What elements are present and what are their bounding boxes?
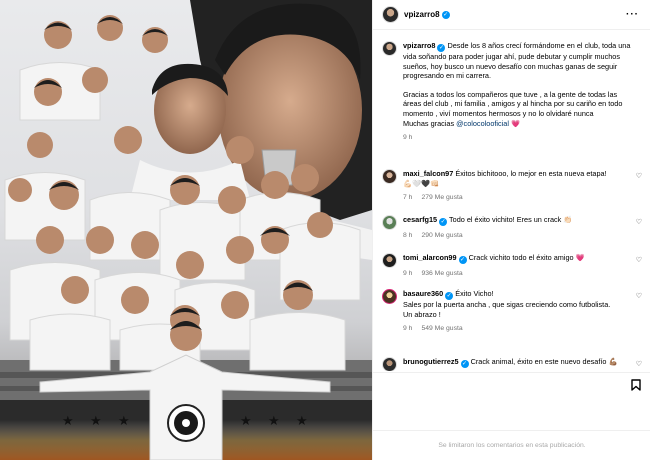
comment-time[interactable]: 9 h xyxy=(403,325,412,332)
verified-badge-icon: ✓ xyxy=(441,10,450,19)
caption-text-2: Gracias a todos los compañeros que tuve … xyxy=(403,89,623,118)
club-crest-icon xyxy=(167,404,205,442)
verified-badge-icon: ✓ xyxy=(445,292,454,300)
heart-outline-icon[interactable]: ♡ xyxy=(636,360,642,368)
bookmark-icon[interactable] xyxy=(631,379,641,391)
comment-text-2: Sales por la puerta ancha , que sigas cr… xyxy=(403,300,611,309)
commenter-avatar[interactable] xyxy=(382,289,397,304)
comment-time[interactable]: 8 h xyxy=(403,232,412,239)
comment-time[interactable]: 9 h xyxy=(403,270,412,277)
heart-outline-icon[interactable]: ♡ xyxy=(636,172,642,180)
post-actions xyxy=(373,372,650,398)
svg-text:★: ★ xyxy=(118,414,130,429)
mention-link[interactable]: @colocolooficial xyxy=(456,119,509,128)
comment-likes[interactable]: 279 Me gusta xyxy=(421,194,462,201)
comment: brunogutierrez5 ✓ Crack animal, éxito en … xyxy=(382,357,644,371)
comment-username[interactable]: basaure360 xyxy=(403,289,443,298)
comment-likes[interactable]: 936 Me gusta xyxy=(421,270,462,277)
comment: maxi_falcon97 Éxitos bichitooo, lo mejor… xyxy=(382,169,644,203)
comment-text: Éxitos bichitooo, lo mejor en esta nueva… xyxy=(455,169,607,178)
comment: basaure360 ✓ Éxito Vicho! Sales por la pu… xyxy=(382,289,644,334)
comments-list: vpizarro8 ✓ Desde los 8 años crecí formán… xyxy=(373,31,650,371)
author-avatar[interactable] xyxy=(382,6,399,23)
post-side-panel: vpizarro8 ✓ ··· vpizarro8 ✓ Desde los 8 a… xyxy=(372,0,650,460)
comment-text: Todo el éxito vichito! Eres un crack 👏🏻 xyxy=(448,215,573,224)
heart-outline-icon[interactable]: ♡ xyxy=(636,256,642,264)
verified-badge-icon: ✓ xyxy=(458,256,467,264)
caption-thanks: Muchas gracias xyxy=(403,118,455,128)
caption-emoji: 💗 xyxy=(511,118,521,128)
post-header: vpizarro8 ✓ ··· xyxy=(373,0,650,30)
comment-likes[interactable]: 290 Me gusta xyxy=(421,232,462,239)
post-image[interactable]: ★ ★ ★ ★ ★ ★ xyxy=(0,0,372,460)
svg-text:★: ★ xyxy=(240,414,252,429)
instagram-post: ★ ★ ★ ★ ★ ★ vpizarro8 ✓ ··· vpizarro8 ✓ D… xyxy=(0,0,650,460)
comments-limited-notice: Se limitaron los comentarios en esta pub… xyxy=(373,430,650,460)
heart-outline-icon[interactable]: ♡ xyxy=(636,218,642,226)
comment-username[interactable]: cesarfg15 xyxy=(403,215,437,224)
comment-username[interactable]: brunogutierrez5 xyxy=(403,357,459,366)
svg-text:★: ★ xyxy=(268,414,280,429)
caption: vpizarro8 ✓ Desde los 8 años crecí formán… xyxy=(382,41,644,143)
commenter-avatar[interactable] xyxy=(382,169,397,184)
caption-username[interactable]: vpizarro8 xyxy=(403,41,435,50)
comment-text: Éxito Vicho! xyxy=(455,289,494,298)
author-avatar[interactable] xyxy=(382,41,397,56)
heart-outline-icon[interactable]: ♡ xyxy=(636,292,642,300)
collage-illustration: ★ ★ ★ ★ ★ ★ xyxy=(0,0,372,460)
comment-username[interactable]: tomi_alarcon99 xyxy=(403,253,457,262)
svg-text:★: ★ xyxy=(296,414,308,429)
comment-time[interactable]: 7 h xyxy=(403,194,412,201)
commenter-avatar[interactable] xyxy=(382,215,397,230)
comment-text: Crack vichito todo el éxito amigo 💗 xyxy=(468,253,585,262)
commenter-avatar[interactable] xyxy=(382,253,397,268)
commenter-avatar[interactable] xyxy=(382,357,397,371)
comment-username[interactable]: maxi_falcon97 xyxy=(403,169,453,178)
comment-likes[interactable]: 549 Me gusta xyxy=(421,325,462,332)
caption-time[interactable]: 9 h xyxy=(403,134,412,141)
comment-text: Crack animal, éxito en este nuevo desafí… xyxy=(470,357,618,366)
verified-badge-icon: ✓ xyxy=(437,44,446,52)
comment-text-3: Un abrazo ! xyxy=(403,309,441,319)
verified-badge-icon: ✓ xyxy=(460,360,469,368)
comment: tomi_alarcon99 ✓ Crack vichito todo el éx… xyxy=(382,253,644,279)
more-options-icon[interactable]: ··· xyxy=(626,9,639,20)
svg-text:★: ★ xyxy=(62,414,74,429)
comment: cesarfg15 ✓ Todo el éxito vichito! Eres u… xyxy=(382,215,644,241)
comment-emoji: 💪🏻🤍🖤👊🏻 xyxy=(403,178,440,188)
svg-text:★: ★ xyxy=(90,414,102,429)
author-username[interactable]: vpizarro8 xyxy=(404,10,440,19)
verified-badge-icon: ✓ xyxy=(439,218,448,226)
